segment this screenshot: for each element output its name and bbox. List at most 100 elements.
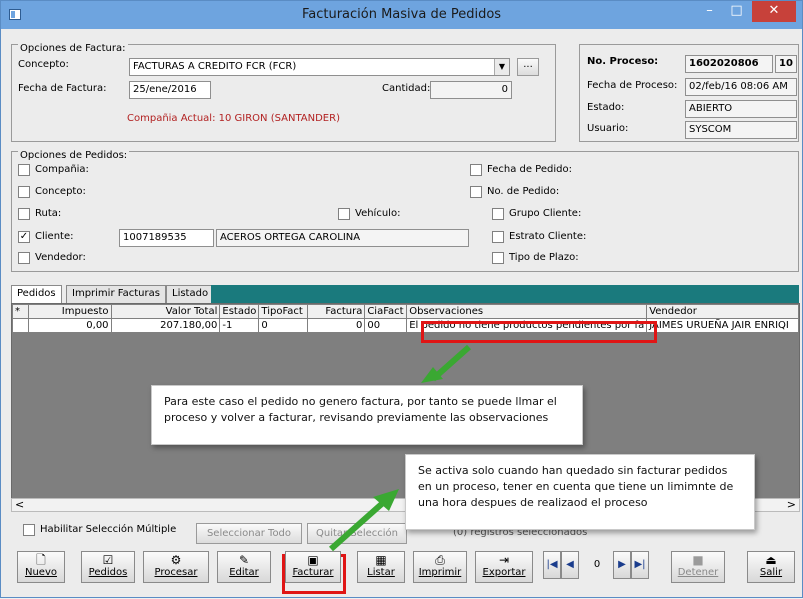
observaciones-highlight <box>421 321 657 343</box>
listar-button[interactable]: ▦ Listar <box>357 551 405 583</box>
nuevo-button[interactable]: 🗋 Nuevo <box>17 551 65 583</box>
cell-estado[interactable]: -1 <box>219 318 260 333</box>
cell-ciafact[interactable]: 00 <box>364 318 408 333</box>
stop-icon: ■ <box>692 553 704 567</box>
cell-vendedor[interactable]: JAIMES URUEÑA JAIR ENRIQI <box>646 318 799 333</box>
ruta-checkbox[interactable] <box>18 208 30 220</box>
quitar-seleccion-button[interactable]: Quitar Selección <box>307 523 407 544</box>
usuario-field: SYSCOM <box>685 121 797 139</box>
cell-impuesto[interactable]: 0,00 <box>27 318 112 333</box>
usuario-label: Usuario: <box>587 123 629 134</box>
exportar-button[interactable]: ⇥ Exportar <box>475 551 533 583</box>
column-header[interactable]: CiaFact <box>364 304 408 319</box>
no-pedido-label: No. de Pedido: <box>487 186 560 197</box>
pedidos-button[interactable]: ☑ Pedidos <box>81 551 135 583</box>
estado-label: Estado: <box>587 102 625 113</box>
concepto-checkbox[interactable] <box>18 186 30 198</box>
tab-listado[interactable]: Listado <box>166 285 215 303</box>
cliente-code-input[interactable]: 1007189535 <box>119 229 214 247</box>
export-icon: ⇥ <box>498 553 510 567</box>
habilitar-seleccion-checkbox[interactable] <box>23 524 35 536</box>
grupo-cliente-checkbox[interactable] <box>492 208 504 220</box>
compania-label: Compañia: <box>35 164 89 175</box>
estrato-cliente-checkbox[interactable] <box>492 231 504 243</box>
no-proceso-suffix: 10 <box>775 55 797 73</box>
maximize-button[interactable]: □ <box>723 1 750 22</box>
scroll-right-icon[interactable]: > <box>787 499 796 511</box>
row-selector[interactable] <box>12 318 29 333</box>
new-document-icon: 🗋 <box>36 553 46 567</box>
process-icon: ⚙ <box>170 553 182 567</box>
tab-imprimir-facturas[interactable]: Imprimir Facturas <box>66 285 166 303</box>
first-record-button[interactable]: |◀ <box>543 551 561 579</box>
callout-facturar: Se activa solo cuando han quedado sin fa… <box>405 454 755 530</box>
fecha-pedido-checkbox[interactable] <box>470 164 482 176</box>
calendar-icon: ▦ <box>375 553 387 567</box>
column-header[interactable]: Observaciones <box>406 304 648 319</box>
clipboard-icon: ☑ <box>102 553 114 567</box>
fecha-pedido-label: Fecha de Pedido: <box>487 164 572 175</box>
next-record-button[interactable]: ▶ <box>613 551 631 579</box>
exportar-label: Exportar <box>482 567 526 578</box>
cell-tipofact[interactable]: 0 <box>258 318 309 333</box>
concepto-select[interactable]: FACTURAS A CREDITO FCR (FCR) ▼ <box>129 58 510 76</box>
cantidad-field: 0 <box>430 81 512 99</box>
detener-button[interactable]: ■ Detener <box>671 551 725 583</box>
company-label: Compañia Actual: 10 GIRON (SANTANDER) <box>127 113 340 124</box>
last-record-button[interactable]: ▶| <box>631 551 649 579</box>
scroll-left-icon[interactable]: < <box>15 499 24 511</box>
facturar-button[interactable]: ▣ Facturar <box>285 551 341 583</box>
tab-pedidos[interactable]: Pedidos <box>11 285 62 304</box>
tipo-plazo-checkbox[interactable] <box>492 252 504 264</box>
column-header[interactable]: Estado <box>219 304 260 319</box>
vendedor-label: Vendedor: <box>35 252 86 263</box>
salir-button[interactable]: ⏏ Salir <box>747 551 795 583</box>
editar-button[interactable]: ✎ Editar <box>217 551 271 583</box>
column-header[interactable]: Valor Total <box>110 304 221 319</box>
editar-label: Editar <box>229 567 259 578</box>
fecha-factura-input[interactable]: 25/ene/2016 <box>129 81 211 99</box>
invoice-options-legend: Opciones de Factura: <box>18 43 128 54</box>
column-header[interactable]: Factura <box>307 304 366 319</box>
grupo-cliente-label: Grupo Cliente: <box>509 208 582 219</box>
prev-record-button[interactable]: ◀ <box>561 551 579 579</box>
column-header[interactable]: Vendedor <box>646 304 799 319</box>
no-proceso-label: No. Proceso: <box>587 56 659 67</box>
seleccionar-todo-button[interactable]: Seleccionar Todo <box>196 523 302 544</box>
page-number: 0 <box>593 559 601 570</box>
edit-icon: ✎ <box>238 553 250 567</box>
cell-factura[interactable]: 0 <box>307 318 366 333</box>
cell-valor-total[interactable]: 207.180,00 <box>110 318 221 333</box>
compania-checkbox[interactable] <box>18 164 30 176</box>
window-title: Facturación Masiva de Pedidos <box>301 7 502 22</box>
table-header-row: * Impuesto Valor Total Estado TipoFact F… <box>12 304 799 319</box>
order-options-legend: Opciones de Pedidos: <box>18 150 130 161</box>
concepto-filter-label: Concepto: <box>35 186 86 197</box>
title-bar: Facturación Masiva de Pedidos – □ ✕ <box>1 1 802 29</box>
vendedor-checkbox[interactable] <box>18 252 30 264</box>
table-row[interactable]: 0,00 207.180,00 -1 0 0 00 El pedido no t… <box>12 318 799 333</box>
save-icon: ▣ <box>307 553 319 567</box>
pedidos-label: Pedidos <box>88 567 128 578</box>
close-button[interactable]: ✕ <box>752 1 796 22</box>
concepto-value: FACTURAS A CREDITO FCR (FCR) <box>133 61 297 72</box>
printer-icon: ⎙ <box>435 553 445 567</box>
column-header[interactable]: TipoFact <box>258 304 309 319</box>
imprimir-label: Imprimir <box>418 567 462 578</box>
column-header[interactable]: * <box>12 304 29 319</box>
minimize-button[interactable]: – <box>696 1 723 22</box>
no-proceso-field: 1602020806 <box>685 55 773 73</box>
imprimir-button[interactable]: ⎙ Imprimir <box>413 551 467 583</box>
procesar-button[interactable]: ⚙ Procesar <box>143 551 209 583</box>
concepto-browse-button[interactable]: ... <box>517 58 539 76</box>
chevron-down-icon[interactable]: ▼ <box>494 59 509 75</box>
invoice-options-group: Opciones de Factura: Concepto: FACTURAS … <box>11 43 556 142</box>
nuevo-label: Nuevo <box>24 567 57 578</box>
fecha-proceso-field: 02/feb/16 08:06 AM <box>685 78 797 96</box>
vehiculo-checkbox[interactable] <box>338 208 350 220</box>
cliente-checkbox[interactable]: ✓ <box>18 231 30 243</box>
fecha-factura-label: Fecha de Factura: <box>18 83 107 94</box>
no-pedido-checkbox[interactable] <box>470 186 482 198</box>
listar-label: Listar <box>367 567 395 578</box>
column-header[interactable]: Impuesto <box>27 304 112 319</box>
